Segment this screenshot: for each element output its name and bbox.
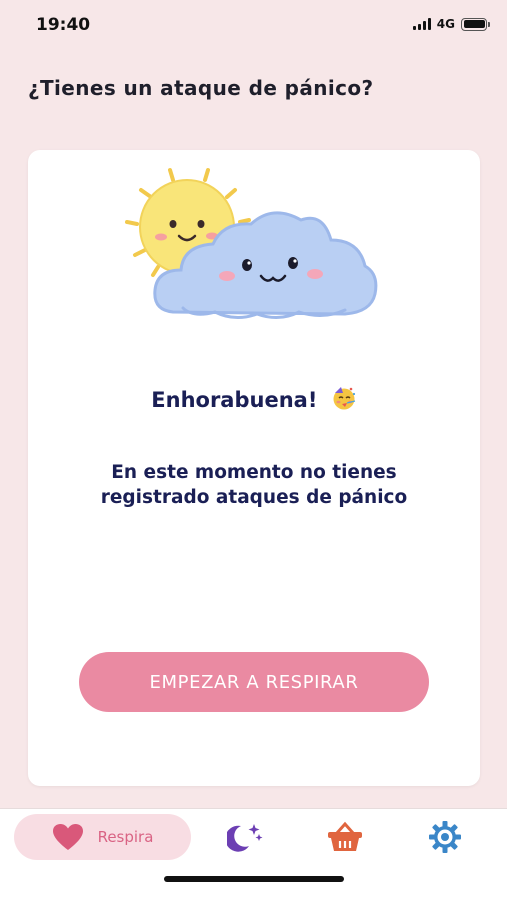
panic-card: Enhorabuena! En este momento no tienes r… xyxy=(28,150,480,786)
battery-icon xyxy=(461,17,490,31)
congrats-text: Enhorabuena! xyxy=(151,388,318,412)
heart-icon xyxy=(52,824,83,850)
start-breathing-button[interactable]: EMPEZAR A RESPIRAR xyxy=(79,652,429,712)
tab-settings[interactable] xyxy=(420,814,470,860)
status-indicators: 4G xyxy=(412,17,490,31)
gear-icon xyxy=(429,821,461,853)
tab-respira-label: Respira xyxy=(97,828,154,846)
tab-shop[interactable] xyxy=(320,814,370,860)
status-bar: 19:40 4G xyxy=(0,0,507,50)
status-time: 19:40 xyxy=(36,15,91,35)
page-title: ¿Tienes un ataque de pánico? xyxy=(28,76,374,100)
congrats-heading: Enhorabuena! xyxy=(28,385,480,412)
tab-respira[interactable]: Respira xyxy=(14,814,191,860)
signal-icon xyxy=(412,18,431,30)
no-attacks-message: En este momento no tienes registrado ata… xyxy=(100,462,408,508)
network-label: 4G xyxy=(436,17,455,31)
basket-icon xyxy=(328,821,362,851)
moon-stars-icon xyxy=(227,824,263,852)
tab-sleep[interactable] xyxy=(220,814,270,860)
tab-bar: Respira xyxy=(0,808,507,900)
home-indicator xyxy=(164,876,344,882)
sun-and-cloud-illustration xyxy=(125,168,378,319)
party-face-emoji xyxy=(333,387,355,410)
